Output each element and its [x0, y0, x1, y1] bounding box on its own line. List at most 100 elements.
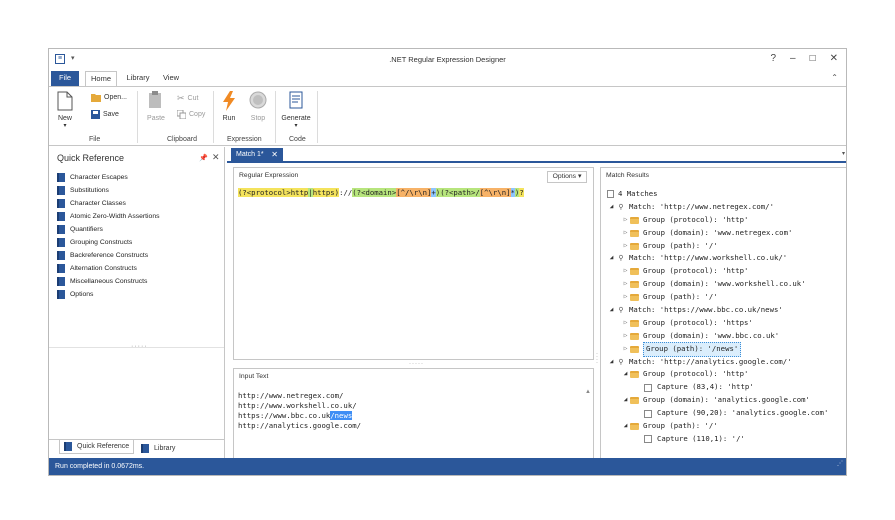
title-bar: ≡ ▾ .NET Regular Expression Designer ? –… [49, 49, 846, 70]
expanded-arrow-icon[interactable]: ◢ [621, 420, 630, 433]
stop-button[interactable]: Stop [247, 91, 269, 122]
maximize-button[interactable]: □ [810, 53, 816, 64]
minimize-button[interactable]: – [790, 53, 796, 64]
collapsed-arrow-icon[interactable]: ▷ [621, 240, 630, 253]
tree-node-label: Group (protocol): 'https' [643, 317, 753, 327]
collapsed-arrow-icon[interactable]: ▷ [621, 291, 630, 304]
quick-reference-item[interactable]: Grouping Constructs [57, 236, 160, 249]
capture-node[interactable]: Capture (110,1): '/' [607, 433, 828, 446]
group-node[interactable]: ◢ Group (domain): 'analytics.google.com' [607, 394, 828, 407]
expanded-arrow-icon[interactable]: ◢ [621, 394, 630, 407]
match-summary: 4 Matches [607, 188, 828, 201]
expanded-arrow-icon[interactable]: ◢ [621, 368, 630, 381]
save-button[interactable]: Save [91, 110, 119, 119]
group-node[interactable]: ▷ Group (protocol): 'http' [607, 214, 828, 227]
resize-grip-icon[interactable]: ⋰ [837, 456, 843, 473]
quick-reference-item[interactable]: Character Classes [57, 197, 160, 210]
copy-button[interactable]: Copy [177, 110, 205, 119]
quick-reference-item[interactable]: Options [57, 288, 160, 301]
match-node[interactable]: ◢ ⚲ Match: 'http://www.workshell.co.uk/' [607, 252, 828, 265]
match-node[interactable]: ◢ ⚲ Match: 'http://www.netregex.com/' [607, 201, 828, 214]
group-node[interactable]: ▷ Group (path): '/' [607, 240, 828, 253]
open-button[interactable]: Open... [91, 93, 127, 102]
close-tab-icon[interactable]: ✕ [271, 148, 278, 161]
tab-match-1[interactable]: Match 1* ✕ [231, 148, 283, 162]
collapsed-arrow-icon[interactable]: ▷ [621, 317, 630, 330]
pin-icon[interactable]: 📌 [199, 154, 208, 162]
tab-home[interactable]: Home [85, 71, 117, 86]
regex-token: ? [519, 188, 524, 197]
open-label: Open... [104, 94, 127, 101]
cut-button[interactable]: ✂ Cut [177, 93, 198, 104]
group-node[interactable]: ▷ Group (protocol): 'https' [607, 317, 828, 330]
close-button[interactable]: ✕ [830, 53, 838, 64]
close-panel-icon[interactable]: ✕ [212, 152, 220, 163]
status-text: Run completed in 0.0672ms. [55, 463, 145, 470]
paste-button[interactable]: Paste [143, 91, 169, 122]
group-node[interactable]: ◢ Group (protocol): 'http' [607, 368, 828, 381]
help-button[interactable]: ? [770, 53, 776, 64]
collapse-ribbon-icon[interactable]: ⌃ [831, 73, 838, 82]
group-node[interactable]: ▷ Group (path): '/news' [607, 341, 828, 357]
collapsed-arrow-icon[interactable]: ▷ [621, 227, 630, 240]
results-splitter[interactable]: · · · · [595, 167, 599, 475]
tab-view[interactable]: View [159, 71, 183, 86]
scroll-up-icon[interactable]: ▲ [585, 389, 591, 395]
quick-reference-item[interactable]: Character Escapes [57, 171, 160, 184]
group-node[interactable]: ▷ Group (protocol): 'http' [607, 265, 828, 278]
folder-icon [630, 216, 639, 224]
expanded-arrow-icon[interactable]: ◢ [607, 304, 616, 317]
lightning-run-icon [223, 91, 235, 111]
expanded-arrow-icon[interactable]: ◢ [607, 252, 616, 265]
book-icon [57, 212, 65, 221]
capture-node[interactable]: Capture (83,4): 'http' [607, 381, 828, 394]
match-node[interactable]: ◢ ⚲ Match: 'https://www.bbc.co.uk/news' [607, 304, 828, 317]
collapsed-arrow-icon[interactable]: ▷ [621, 343, 630, 356]
collapsed-arrow-icon[interactable]: ▷ [621, 265, 630, 278]
quick-reference-item[interactable]: Miscellaneous Constructs [57, 275, 160, 288]
quick-reference-item[interactable]: Backreference Constructs [57, 249, 160, 262]
editor-splitter[interactable]: ····· [233, 361, 594, 367]
tree-node-label: Capture (110,1): '/' [657, 433, 745, 443]
splitter-grip-icon[interactable]: ····· [409, 361, 424, 367]
group-node[interactable]: ▷ Group (domain): 'www.workshell.co.uk' [607, 278, 828, 291]
quick-reference-item[interactable]: Quantifiers [57, 223, 160, 236]
window-controls: ? – □ ✕ [770, 53, 838, 64]
run-button[interactable]: Run [219, 91, 239, 122]
app-window: ≡ ▾ .NET Regular Expression Designer ? –… [48, 48, 847, 476]
expanded-arrow-icon[interactable]: ◢ [607, 201, 616, 214]
regex-editor[interactable]: (?<protocol>http|https)://(?<domain>[^/\… [238, 188, 590, 198]
match-results-tree: 4 Matches ◢ ⚲ Match: 'http://www.netregex.… [607, 188, 828, 446]
collapsed-arrow-icon[interactable]: ▷ [621, 214, 630, 227]
quick-reference-item[interactable]: Atomic Zero-Width Assertions [57, 210, 160, 223]
collapsed-arrow-icon[interactable]: ▷ [621, 330, 630, 343]
tab-library[interactable]: Library [123, 71, 153, 86]
quick-reference-item-label: Quantifiers [70, 226, 103, 233]
quick-reference-item-label: Substitutions [70, 187, 109, 194]
tab-file[interactable]: File [51, 71, 79, 86]
options-button[interactable]: Options ▾ [547, 171, 587, 183]
capture-checkbox-icon [644, 435, 652, 444]
splitter-grip-icon[interactable]: ····· [131, 343, 148, 350]
generate-button[interactable]: Generate ▾ [281, 91, 311, 129]
input-line: http://www.workshell.co.uk/ [238, 401, 361, 411]
match-node[interactable]: ◢ ⚲ Match: 'http://analytics.google.com/' [607, 356, 828, 369]
document-menu-icon[interactable]: ▾ [842, 150, 845, 157]
ribbon-separator [137, 91, 138, 143]
capture-node[interactable]: Capture (90,20): 'analytics.google.com' [607, 407, 828, 420]
splitter-grip-icon[interactable]: · · · · [596, 351, 598, 366]
group-node[interactable]: ◢ Group (path): '/' [607, 420, 828, 433]
folder-icon [630, 397, 639, 405]
collapsed-arrow-icon[interactable]: ▷ [621, 278, 630, 291]
group-node[interactable]: ▷ Group (path): '/' [607, 291, 828, 304]
group-node[interactable]: ▷ Group (domain): 'www.netregex.com' [607, 227, 828, 240]
tab-library-panel[interactable]: Library [141, 444, 175, 453]
expanded-arrow-icon[interactable]: ◢ [607, 356, 616, 369]
new-button[interactable]: New ▾ [57, 91, 77, 129]
match-icon: ⚲ [618, 254, 624, 263]
quick-reference-item[interactable]: Substitutions [57, 184, 160, 197]
input-text-editor[interactable]: http://www.netregex.com/ http://www.work… [238, 391, 361, 431]
tab-quick-reference[interactable]: Quick Reference [59, 440, 135, 454]
quick-reference-item[interactable]: Alternation Constructs [57, 262, 160, 275]
input-line-text: http://analytics.google.com/ [238, 421, 362, 430]
